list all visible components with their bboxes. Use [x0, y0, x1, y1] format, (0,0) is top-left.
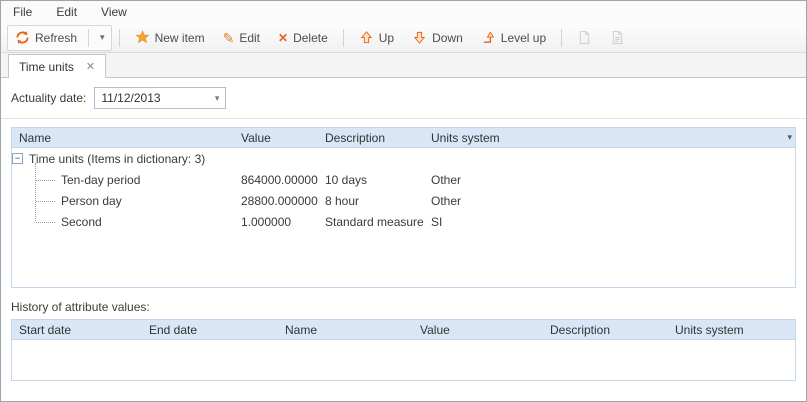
menu-edit[interactable]: Edit — [56, 5, 77, 19]
refresh-icon — [15, 30, 30, 45]
time-units-grid: Name Value Description Units system ▾ − … — [11, 127, 796, 288]
cell-units-system: SI — [424, 215, 795, 229]
level-up-button[interactable]: Level up — [473, 26, 554, 49]
group-label: Time units (Items in dictionary: 3) — [29, 152, 205, 166]
delete-x-icon: ✕ — [278, 31, 288, 45]
new-item-button[interactable]: New item — [127, 26, 213, 49]
column-header-value[interactable]: Value — [234, 131, 318, 145]
tree-branch-icon — [36, 222, 55, 223]
tab-close-icon[interactable]: ✕ — [86, 60, 95, 73]
history-column-name[interactable]: Name — [278, 323, 413, 337]
menu-bar: File Edit View — [1, 1, 806, 23]
history-grid-body — [12, 340, 795, 380]
toolbar-separator — [343, 29, 344, 47]
collapse-toggle-icon[interactable]: − — [12, 153, 23, 164]
actuality-date-label: Actuality date: — [11, 91, 86, 105]
refresh-dropdown-icon[interactable]: ▾ — [94, 32, 111, 43]
cell-description: 10 days — [318, 173, 424, 187]
new-item-label: New item — [155, 31, 205, 45]
cell-value: 1.000000 — [234, 215, 318, 229]
edit-button[interactable]: ✎ Edit — [215, 27, 268, 49]
history-section-label: History of attribute values: — [11, 300, 796, 314]
content-area: Actuality date: 11/12/2013 ▾ Name Value … — [1, 78, 806, 401]
group-row[interactable]: − Time units (Items in dictionary: 3) — [12, 148, 795, 169]
grid-header-row: Name Value Description Units system ▾ — [12, 128, 795, 148]
print-document-icon — [610, 30, 625, 45]
tab-bar: Time units ✕ — [1, 53, 806, 78]
history-column-value[interactable]: Value — [413, 323, 543, 337]
cell-value: 864000.000000 — [234, 173, 318, 187]
export-document-icon — [577, 30, 592, 45]
menu-view[interactable]: View — [101, 5, 127, 19]
refresh-split-divider — [88, 29, 89, 47]
toolbar: Refresh ▾ New item ✎ Edit ✕ Delete — [1, 23, 806, 53]
down-arrow-icon — [412, 30, 427, 45]
app-window: File Edit View Refresh ▾ — [0, 0, 807, 402]
combobox-dropdown-icon[interactable]: ▾ — [215, 93, 220, 104]
toolbar-separator — [561, 29, 562, 47]
up-button[interactable]: Up — [351, 26, 402, 49]
delete-button[interactable]: ✕ Delete — [270, 27, 336, 49]
down-label: Down — [432, 31, 463, 45]
level-up-icon — [481, 30, 496, 45]
actuality-date-combobox[interactable]: 11/12/2013 ▾ — [94, 87, 226, 109]
edit-label: Edit — [239, 31, 260, 45]
column-chooser-icon[interactable]: ▾ — [787, 132, 792, 143]
cell-name: Person day — [61, 194, 122, 208]
history-grid: Start date End date Name Value Descripti… — [11, 319, 796, 381]
cell-units-system: Other — [424, 173, 795, 187]
toolbar-separator — [119, 29, 120, 47]
cell-description: 8 hour — [318, 194, 424, 208]
actuality-date-row: Actuality date: 11/12/2013 ▾ — [11, 86, 796, 110]
print-button[interactable] — [602, 26, 633, 49]
tree-line — [35, 163, 36, 221]
table-row[interactable]: Person day 28800.000000 8 hour Other — [12, 190, 795, 211]
tab-time-units[interactable]: Time units ✕ — [8, 54, 106, 78]
column-header-units-system[interactable]: Units system — [424, 131, 795, 145]
column-header-name[interactable]: Name — [12, 131, 234, 145]
new-item-icon — [135, 30, 150, 45]
history-column-start-date[interactable]: Start date — [12, 323, 142, 337]
table-row[interactable]: Ten-day period 864000.000000 10 days Oth… — [12, 169, 795, 190]
menu-file[interactable]: File — [13, 5, 32, 19]
tree-branch-icon — [36, 201, 55, 202]
history-column-description[interactable]: Description — [543, 323, 668, 337]
edit-pencil-icon: ✎ — [223, 31, 235, 45]
filter-divider — [1, 118, 806, 119]
refresh-button[interactable]: Refresh ▾ — [7, 25, 112, 51]
up-label: Up — [379, 31, 394, 45]
cell-description: Standard measure — [318, 215, 424, 229]
column-header-description[interactable]: Description — [318, 131, 424, 145]
up-arrow-icon — [359, 30, 374, 45]
cell-name: Ten-day period — [61, 173, 140, 187]
history-header-row: Start date End date Name Value Descripti… — [12, 320, 795, 340]
history-column-units-system[interactable]: Units system — [668, 323, 795, 337]
delete-label: Delete — [293, 31, 328, 45]
cell-name: Second — [61, 215, 102, 229]
cell-units-system: Other — [424, 194, 795, 208]
actuality-date-value: 11/12/2013 — [101, 91, 160, 105]
export-button[interactable] — [569, 26, 600, 49]
history-column-end-date[interactable]: End date — [142, 323, 278, 337]
grid-body: − Time units (Items in dictionary: 3) Te… — [12, 148, 795, 287]
tree-branch-icon — [36, 180, 55, 181]
refresh-label: Refresh — [35, 31, 77, 45]
cell-value: 28800.000000 — [234, 194, 318, 208]
tab-label: Time units — [19, 60, 74, 74]
level-up-label: Level up — [501, 31, 546, 45]
down-button[interactable]: Down — [404, 26, 471, 49]
table-row[interactable]: Second 1.000000 Standard measure SI — [12, 211, 795, 232]
